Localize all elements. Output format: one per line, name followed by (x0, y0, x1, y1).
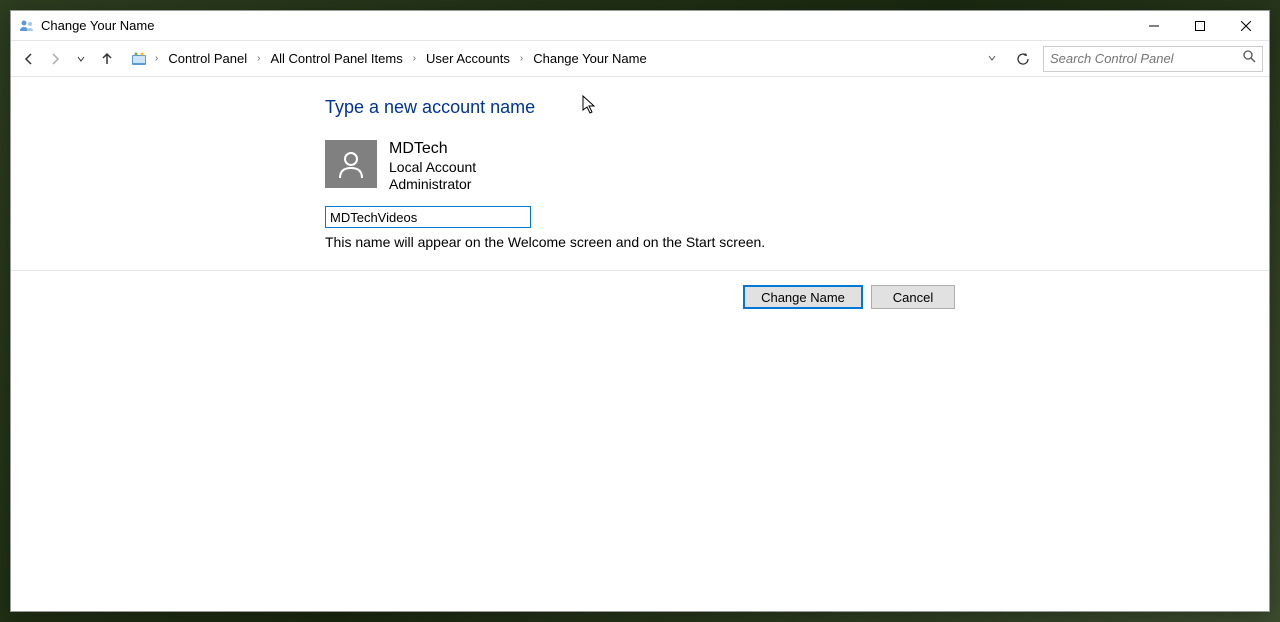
avatar (325, 140, 377, 188)
control-panel-window: Change Your Name (10, 10, 1270, 612)
close-button[interactable] (1223, 11, 1269, 41)
cancel-button[interactable]: Cancel (871, 285, 955, 309)
account-type: Local Account (389, 159, 476, 175)
back-button[interactable] (17, 47, 41, 71)
chevron-right-icon: › (149, 53, 164, 64)
breadcrumb-change-name[interactable]: Change Your Name (529, 49, 650, 68)
help-text: This name will appear on the Welcome scr… (325, 234, 975, 250)
refresh-button[interactable] (1011, 47, 1035, 71)
page-heading: Type a new account name (325, 97, 975, 118)
account-role: Administrator (389, 176, 476, 192)
forward-button[interactable] (43, 47, 67, 71)
breadcrumb-all-items[interactable]: All Control Panel Items (266, 49, 406, 68)
button-row: Change Name Cancel (11, 285, 955, 309)
up-button[interactable] (95, 47, 119, 71)
search-icon[interactable] (1242, 49, 1256, 68)
search-box[interactable] (1043, 46, 1263, 72)
account-summary: MDTech Local Account Administrator (325, 140, 975, 192)
window-controls (1131, 11, 1269, 41)
breadcrumb-control-panel[interactable]: Control Panel (164, 49, 251, 68)
recent-dropdown[interactable] (69, 47, 93, 71)
chevron-right-icon: › (407, 53, 422, 64)
change-name-button[interactable]: Change Name (743, 285, 863, 309)
control-panel-icon (129, 49, 149, 69)
content-area: Type a new account name MDTech Local Acc… (11, 77, 1269, 611)
current-account-name: MDTech (389, 140, 476, 158)
search-input[interactable] (1050, 51, 1242, 66)
maximize-button[interactable] (1177, 11, 1223, 41)
breadcrumb-user-accounts[interactable]: User Accounts (422, 49, 514, 68)
address-dropdown[interactable] (983, 50, 1001, 68)
navigation-toolbar: › Control Panel › All Control Panel Item… (11, 41, 1269, 77)
divider (11, 270, 1269, 271)
new-name-input[interactable] (325, 206, 531, 228)
user-accounts-icon (19, 18, 35, 34)
window-title: Change Your Name (41, 18, 154, 33)
chevron-right-icon: › (251, 53, 266, 64)
chevron-right-icon: › (514, 53, 529, 64)
minimize-button[interactable] (1131, 11, 1177, 41)
breadcrumb[interactable]: › Control Panel › All Control Panel Item… (125, 46, 1005, 72)
titlebar: Change Your Name (11, 11, 1269, 41)
form-container: Type a new account name MDTech Local Acc… (325, 97, 975, 250)
account-info: MDTech Local Account Administrator (389, 140, 476, 192)
